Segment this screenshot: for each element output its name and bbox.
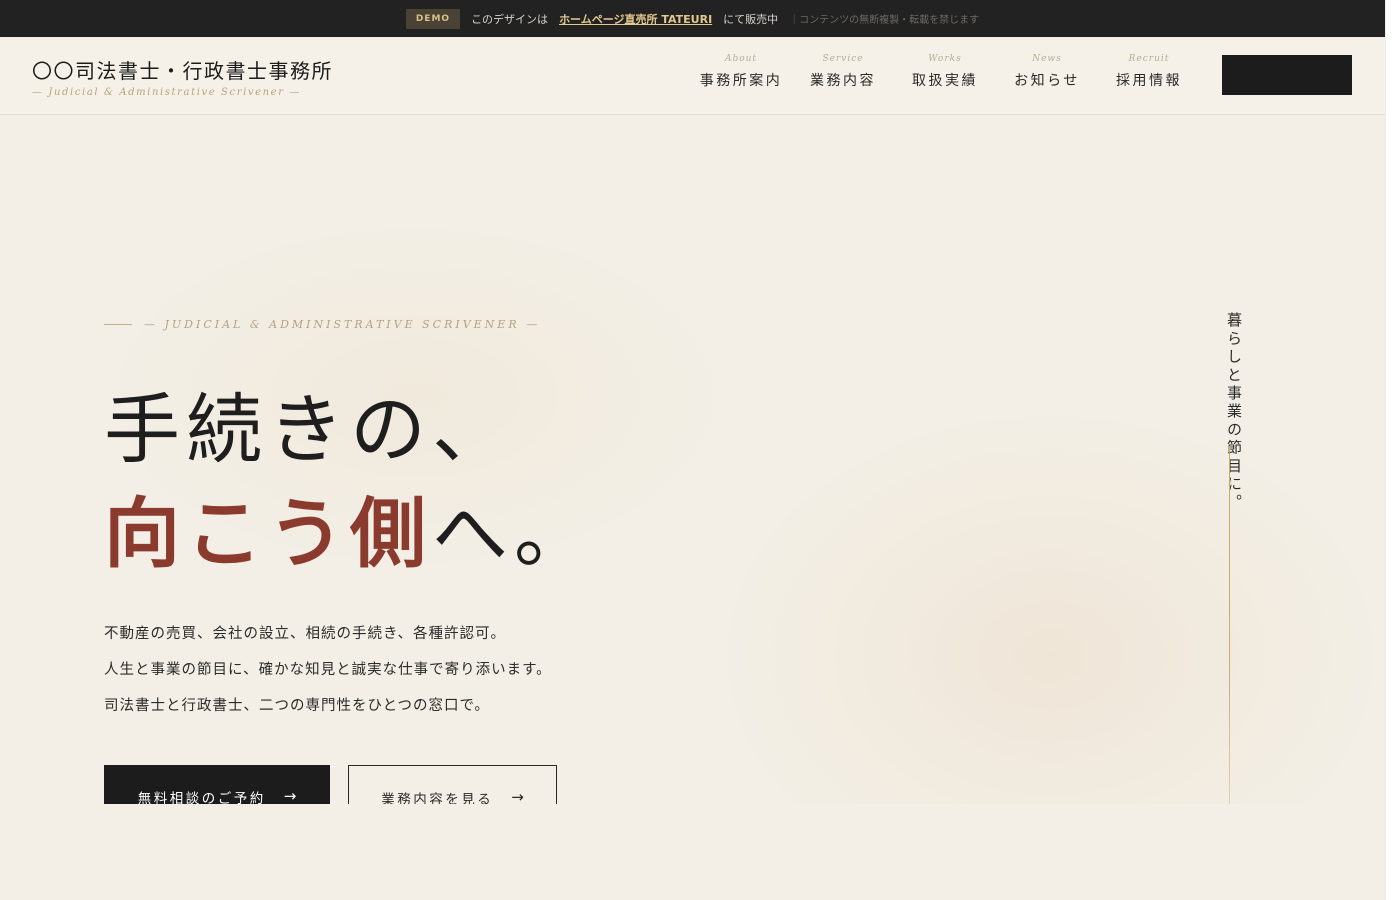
tateuri-link[interactable]: ホームページ直売所 TATEURI <box>559 11 712 27</box>
next-section <box>0 804 1385 900</box>
headline-tail: へ。 <box>432 489 596 578</box>
eyebrow-text: — JUDICIAL & ADMINISTRATIVE SCRIVENER — <box>144 318 541 331</box>
brand-subtitle: — Judicial & Administrative Scrivener — <box>32 87 301 98</box>
nav-item-label: 採用情報 <box>1116 73 1182 89</box>
hero-section: — JUDICIAL & ADMINISTRATIVE SCRIVENER — … <box>0 116 1385 804</box>
nav-item-en-label: Service <box>822 54 864 64</box>
headline-accent: 向こう側 <box>104 489 432 578</box>
nav-item-en-label: News <box>1032 54 1062 64</box>
nav-item-news[interactable]: News お知らせ <box>996 54 1098 90</box>
vertical-tagline: 暮らしと事業の節目に。 <box>1225 312 1243 513</box>
nav-item-label: 事務所案内 <box>699 73 783 89</box>
nav-item-en-label: About <box>724 54 758 64</box>
nav-item-about[interactable]: About 事務所案内 <box>690 54 792 90</box>
page-scrollbar[interactable] <box>1385 0 1400 900</box>
lead-line: 司法書士と行政書士、二つの専門性をひとつの窓口で。 <box>104 698 490 714</box>
view-services-button[interactable]: 業務内容を見る → <box>348 765 557 804</box>
eyebrow-rule <box>104 324 132 325</box>
lead-line: 人生と事業の節目に、確かな知見と誠実な仕事で寄り添います。 <box>104 662 552 678</box>
demo-text-after: にて販売中 <box>723 12 779 26</box>
headline-line-2: 向こう側へ。 <box>104 482 596 586</box>
headline-line-1: 手続きの、 <box>104 385 514 474</box>
site-header: 〇〇司法書士・行政書士事務所 — Judicial & Administrati… <box>0 37 1385 115</box>
brand-logo[interactable]: 〇〇司法書士・行政書士事務所 — Judicial & Administrati… <box>32 55 333 98</box>
nav-item-works[interactable]: Works 取扱実績 <box>894 54 996 90</box>
hero-headline: 手続きの、 向こう側へ。 <box>104 378 596 586</box>
demo-text-before: このデザインは <box>471 12 549 26</box>
hero-eyebrow: — JUDICIAL & ADMINISTRATIVE SCRIVENER — <box>104 318 540 331</box>
view-services-button-label: 業務内容を見る <box>381 792 494 804</box>
nav-item-en-label: Works <box>928 54 962 64</box>
lead-line: 不動産の売買、会社の設立、相続の手続き、各種許認可。 <box>104 626 506 642</box>
global-nav: About 事務所案内 Service 業務内容 Works 取扱実績 News… <box>690 54 1200 90</box>
nav-item-en-label: Recruit <box>1128 54 1170 64</box>
nav-item-recruit[interactable]: Recruit 採用情報 <box>1098 54 1200 90</box>
vertical-gold-line <box>1229 446 1230 804</box>
nav-item-label: お知らせ <box>1014 73 1080 89</box>
nav-item-label: 取扱実績 <box>912 73 978 89</box>
copyright-note: ｜コンテンツの無断複製・転載を禁じます <box>789 15 980 26</box>
arrow-right-icon: → <box>511 788 524 804</box>
brand-name: 〇〇司法書士・行政書士事務所 <box>32 59 333 83</box>
nav-item-service[interactable]: Service 業務内容 <box>792 54 894 90</box>
consultation-button[interactable]: 無料相談のご予約 → <box>104 765 330 804</box>
header-contact-button[interactable] <box>1222 55 1352 95</box>
demo-badge: DEMO <box>405 8 461 29</box>
demo-bar: DEMO このデザインは ホームページ直売所 TATEURI にて販売中 ｜コン… <box>0 0 1385 37</box>
background-blob <box>700 396 1385 804</box>
nav-item-label: 業務内容 <box>810 73 876 89</box>
consultation-button-label: 無料相談のご予約 <box>137 791 266 804</box>
arrow-right-icon: → <box>283 787 297 804</box>
hero-lead: 不動産の売買、会社の設立、相続の手続き、各種許認可。 人生と事業の節目に、確かな… <box>104 616 552 724</box>
